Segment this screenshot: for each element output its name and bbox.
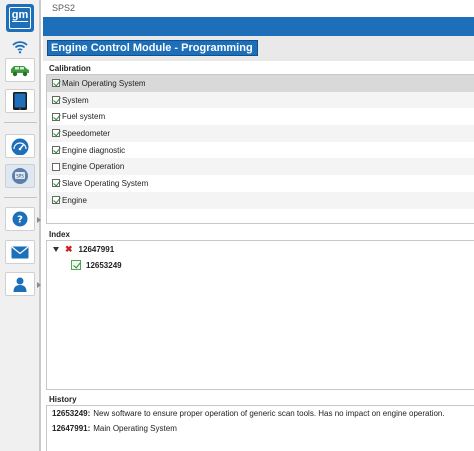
history-part-number: 12653249:	[52, 409, 91, 418]
calibration-list: Main Operating System System Fuel system Sp…	[46, 74, 474, 224]
gm-logo: gm	[6, 4, 34, 32]
calibration-row[interactable]: Engine diagnostic	[47, 142, 474, 159]
expand-triangle-icon[interactable]	[53, 247, 59, 252]
left-sidebar: gm SPS ?	[0, 0, 41, 451]
calibration-item-label: Fuel system	[62, 112, 106, 122]
history-list: 12653249: New software to ensure proper o…	[46, 405, 474, 451]
history-description: New software to ensure proper operation …	[93, 409, 445, 418]
calibration-checkbox[interactable]	[52, 179, 60, 188]
x-icon: ✖	[65, 244, 73, 254]
tree-node-child[interactable]: 12653249	[71, 260, 122, 270]
calibration-checkbox[interactable]	[52, 196, 60, 205]
header-bar	[43, 17, 474, 36]
module-header: Engine Control Module - Programming	[43, 36, 474, 61]
calibration-item-label: Speedometer	[62, 128, 111, 138]
index-label: Index	[49, 230, 70, 239]
history-description: Main Operating System	[93, 424, 177, 433]
calibration-checkbox[interactable]	[52, 129, 60, 138]
calibration-item-label: Engine Operation	[62, 162, 125, 172]
chevron-right-icon	[37, 217, 41, 223]
calibration-row[interactable]: Engine Operation	[47, 158, 474, 176]
calibration-item-label: Engine	[62, 195, 87, 205]
calibration-checkbox[interactable]	[52, 79, 60, 88]
window-title: SPS2	[52, 3, 76, 13]
user-icon[interactable]	[5, 272, 41, 296]
check-icon	[71, 260, 81, 270]
calibration-checkbox[interactable]	[52, 162, 60, 171]
tablet-icon[interactable]	[5, 89, 35, 113]
calibration-row[interactable]: Engine	[47, 191, 474, 209]
index-tree: ✖ 12647991 12653249	[46, 240, 474, 390]
calibration-checkbox[interactable]	[52, 146, 60, 155]
calibration-row[interactable]: Speedometer	[47, 125, 474, 142]
vehicle-icon[interactable]	[5, 58, 35, 82]
calibration-item-label: Slave Operating System	[62, 178, 149, 188]
history-row: 12647991: Main Operating System	[47, 421, 474, 436]
dashboard-gauge-icon[interactable]	[5, 134, 35, 158]
sidebar-divider	[4, 122, 37, 123]
calibration-item-label: System	[62, 95, 89, 105]
logo-text: gm	[11, 9, 29, 22]
history-row: 12653249: New software to ensure proper o…	[47, 406, 474, 421]
svg-text:SPS: SPS	[16, 174, 24, 179]
sidebar-divider	[4, 197, 37, 198]
history-part-number: 12647991:	[52, 424, 91, 433]
calibration-row[interactable]: Fuel system	[47, 108, 474, 125]
calibration-row[interactable]: Main Operating System	[47, 75, 474, 92]
history-label: History	[49, 395, 77, 404]
calibration-checkbox[interactable]	[52, 96, 60, 105]
calibration-row[interactable]: Slave Operating System	[47, 175, 474, 192]
wifi-icon[interactable]	[5, 35, 35, 59]
child-part-number: 12653249	[86, 260, 122, 270]
calibration-item-label: Main Operating System	[62, 78, 146, 88]
chevron-right-icon	[37, 282, 41, 288]
module-title: Engine Control Module - Programming	[47, 40, 258, 56]
calibration-label: Calibration	[49, 64, 91, 73]
mail-icon[interactable]	[5, 240, 35, 264]
parent-part-number: 12647991	[78, 245, 115, 254]
calibration-checkbox[interactable]	[52, 112, 60, 121]
calibration-row[interactable]: System	[47, 91, 474, 109]
svg-text:?: ?	[17, 215, 23, 226]
help-icon[interactable]: ?	[5, 207, 41, 231]
tree-node-parent[interactable]: ✖ 12647991	[53, 244, 114, 255]
window-title-bar: SPS2	[43, 0, 474, 17]
calibration-item-label: Engine diagnostic	[62, 145, 126, 155]
sps-icon[interactable]: SPS	[5, 164, 35, 188]
